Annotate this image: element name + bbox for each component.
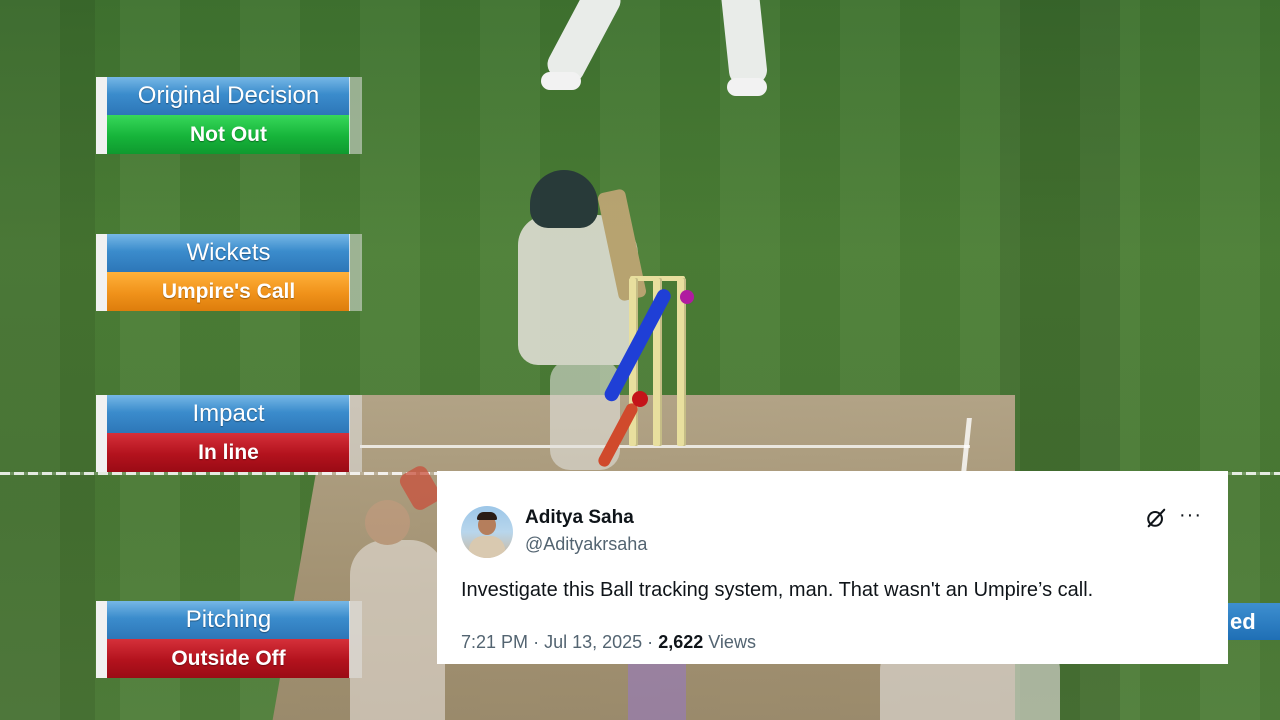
drs-panel-wickets: Wickets Umpire's Call xyxy=(96,234,362,311)
view-count: 2,622 xyxy=(658,632,704,652)
meta-separator: · xyxy=(647,632,654,652)
drs-panel-original-decision: Original Decision Not Out xyxy=(96,77,362,154)
tweet-time[interactable]: 7:21 PM xyxy=(461,632,528,652)
drs-panel-value: Outside Off xyxy=(107,639,350,678)
author-name[interactable]: Aditya Saha xyxy=(525,507,634,529)
ball-impact-marker xyxy=(632,391,648,407)
partial-result-label: ed xyxy=(1228,603,1280,640)
drs-panel-header: Impact xyxy=(107,395,350,433)
tweet-card[interactable]: Aditya Saha @Adityakrsaha ··· Investigat… xyxy=(437,471,1228,664)
drs-panel-value: Not Out xyxy=(107,115,350,154)
avatar[interactable] xyxy=(461,506,513,558)
ball-projected-marker xyxy=(680,290,694,304)
views-label: Views xyxy=(708,632,756,652)
author-handle[interactable]: @Adityakrsaha xyxy=(525,534,647,555)
more-options-icon[interactable]: ··· xyxy=(1179,504,1202,527)
drs-panel-header: Wickets xyxy=(107,234,350,272)
tweet-date[interactable]: Jul 13, 2025 xyxy=(544,632,642,652)
umpire-figure xyxy=(628,660,686,720)
non-striker-legs xyxy=(541,0,775,100)
drs-panel-header: Pitching xyxy=(107,601,350,639)
tweet-text: Investigate this Ball tracking system, m… xyxy=(461,579,1094,601)
meta-separator: · xyxy=(533,632,540,652)
grass-stripe xyxy=(0,0,95,720)
tweet-meta: 7:21 PM · Jul 13, 2025 · 2,622 Views xyxy=(461,632,756,653)
drs-panel-header: Original Decision xyxy=(107,77,350,115)
grok-icon[interactable] xyxy=(1145,507,1167,529)
drs-panel-pitching: Pitching Outside Off xyxy=(96,601,362,678)
drs-panel-value: In line xyxy=(107,433,350,472)
drs-panel-impact: Impact In line xyxy=(96,395,362,472)
drs-panel-value: Umpire's Call xyxy=(107,272,350,311)
